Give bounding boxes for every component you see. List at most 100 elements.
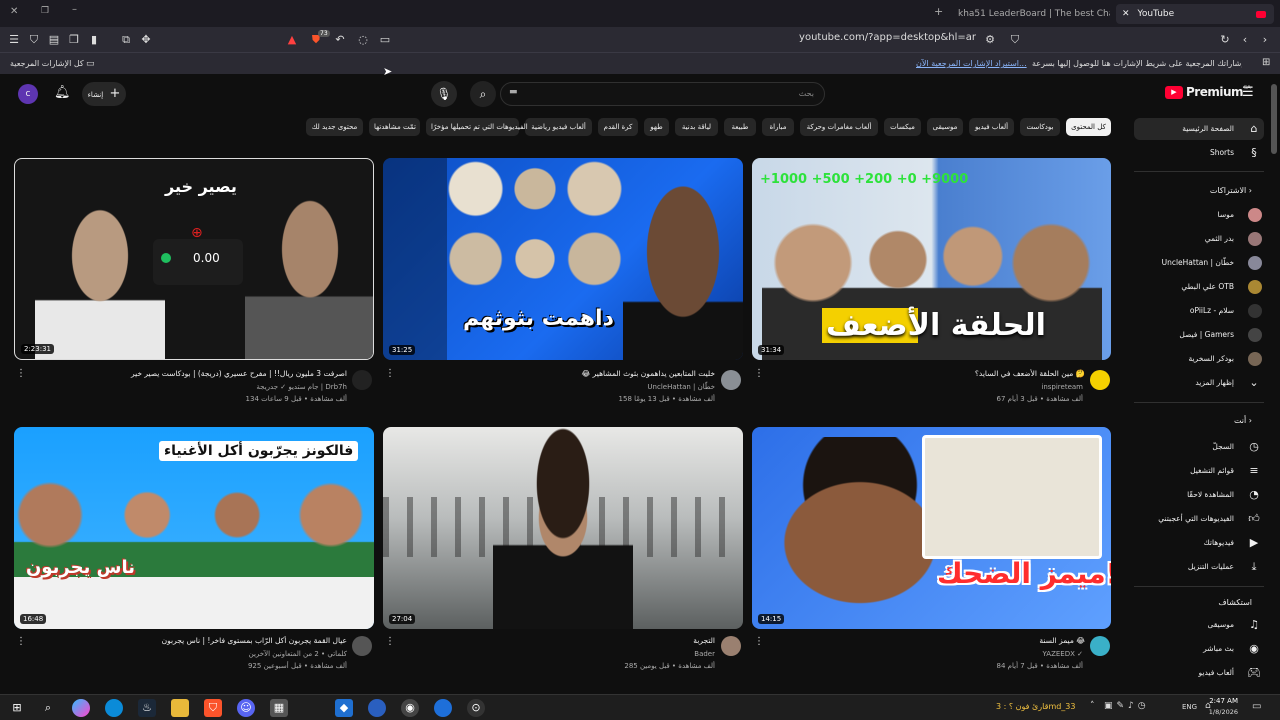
reload-icon[interactable]: ↻: [1217, 32, 1233, 48]
notification-center-icon[interactable]: ▭: [1252, 701, 1261, 712]
sidebar-subscription[interactable]: علي البطي OTB: [1134, 276, 1264, 298]
search-icon[interactable]: ⌕: [39, 699, 57, 717]
sidebar-item-liked[interactable]: الفيديوهات التي أعجبتني 👍︎: [1134, 508, 1264, 530]
more-options-icon[interactable]: ⋮: [754, 368, 764, 379]
create-button[interactable]: إنشاء +: [82, 82, 126, 106]
menu-icon[interactable]: ☰: [6, 32, 22, 48]
you-heading[interactable]: أنت ›: [1234, 416, 1252, 425]
sidebar-subscription[interactable]: oPiiLz - سلام: [1134, 300, 1264, 322]
chip[interactable]: محتوى جديد لك: [306, 118, 363, 136]
alert-extension-icon[interactable]: ▲: [284, 32, 300, 48]
sidebar-subscription[interactable]: فيصل | Gamers: [1134, 324, 1264, 346]
sidebar-item-home[interactable]: الصفحة الرئيسية ⌂: [1134, 118, 1264, 140]
channel-avatar[interactable]: [721, 370, 741, 390]
app-icon[interactable]: ⊙: [467, 699, 485, 717]
app-icon[interactable]: [368, 699, 386, 717]
chip[interactable]: كل المحتوى: [1066, 118, 1111, 136]
chip[interactable]: ألعاب مغامرات وحركة: [800, 118, 878, 136]
undo-icon[interactable]: ↶: [332, 32, 348, 48]
all-bookmarks-label[interactable]: كل الإشارات المرجعية: [10, 59, 84, 68]
more-options-icon[interactable]: ⋮: [385, 636, 395, 647]
video-thumbnail[interactable]: +1000 +500 +200 +0 +9000 الحلقة الأضعف 3…: [752, 158, 1111, 360]
chat-icon[interactable]: ◌: [355, 32, 371, 48]
video-title[interactable]: مين الحلقة الأضعف في السايد؟ 🤔: [780, 369, 1085, 378]
screenshot-icon[interactable]: ⧉: [118, 32, 134, 48]
search-button[interactable]: ⌕: [470, 81, 496, 107]
tabs-icon[interactable]: ❐: [66, 32, 82, 48]
chip[interactable]: كرة القدم: [598, 118, 638, 136]
sidebar-item-shorts[interactable]: Shorts §: [1134, 142, 1264, 164]
steam-icon[interactable]: ♨: [138, 699, 156, 717]
clock-time[interactable]: 2:47 AM: [1208, 697, 1238, 705]
chip[interactable]: بودكاست: [1020, 118, 1060, 136]
video-thumbnail[interactable]: 27:04: [383, 427, 743, 629]
youtube-logo[interactable]: ▶ Premium SA: [1165, 85, 1251, 99]
app-icon[interactable]: [434, 699, 452, 717]
video-title[interactable]: ميمز السنة 😂: [780, 636, 1085, 645]
more-options-icon[interactable]: ⋮: [16, 636, 26, 647]
search-input[interactable]: بحث: [500, 82, 825, 106]
discord-icon[interactable]: ☺: [237, 699, 255, 717]
windows-start-icon[interactable]: ⊞: [8, 699, 26, 717]
window-close-icon[interactable]: ✕: [10, 6, 18, 17]
channel-avatar[interactable]: [1090, 636, 1110, 656]
video-channel[interactable]: Bader: [410, 650, 715, 658]
sidebar-item-your-videos[interactable]: فيديوهاتك ▶: [1134, 532, 1264, 554]
sidebar-item-watch-later[interactable]: المشاهدة لاحقًا ◔: [1134, 484, 1264, 506]
chip[interactable]: طهو: [644, 118, 669, 136]
window-restore-icon[interactable]: ❐: [41, 6, 49, 16]
back-icon[interactable]: ‹: [1237, 32, 1253, 48]
guide-menu-icon[interactable]: ☰: [1242, 85, 1254, 100]
sidebar-item-history[interactable]: السجلّ ◷: [1134, 436, 1264, 458]
chip[interactable]: الفيديوهات التي تم تحميلها مؤخرًا: [426, 118, 528, 136]
video-title[interactable]: عيال القمة يجربون أكل الرّاب بمستوى فاخر…: [42, 636, 347, 645]
tab-leaderboard[interactable]: kha51 LeaderBoard | The best ChatGP ◆: [950, 4, 1110, 24]
more-options-icon[interactable]: ⋮: [16, 368, 26, 379]
scrollbar[interactable]: [1271, 84, 1277, 154]
edge-icon[interactable]: [105, 699, 123, 717]
channel-avatar[interactable]: [352, 636, 372, 656]
chip[interactable]: ألعاب فيديو رياضية: [525, 118, 592, 136]
chip[interactable]: طبيعة: [724, 118, 756, 136]
video-thumbnail[interactable]: يصير خير ⊕ 0.00 2:23:31: [14, 158, 374, 360]
notifications-bell-icon[interactable]: 🔔︎: [54, 85, 71, 100]
channel-avatar[interactable]: [352, 370, 372, 390]
video-title[interactable]: التجربة: [410, 636, 715, 645]
wallet-icon[interactable]: ▤: [46, 32, 62, 48]
sidebar-show-more[interactable]: إظهار المزيد ⌄: [1134, 372, 1264, 394]
sidebar-item-downloads[interactable]: عمليات التنزيل ⤓: [1134, 556, 1264, 578]
address-bar[interactable]: youtube.com/?app=desktop&hl=ar: [720, 32, 976, 48]
sidebar-subscription[interactable]: بودكر السخرية: [1134, 348, 1264, 370]
video-title[interactable]: اصرفت 3 مليون ريال!! | مفرح عسيري (دريجة…: [42, 369, 347, 378]
apps-grid-icon[interactable]: ⊞: [1262, 57, 1270, 68]
chip[interactable]: تمّت مشاهدتها: [369, 118, 420, 136]
sidebar-icon[interactable]: ▮: [86, 32, 102, 48]
keyboard-language[interactable]: ENG: [1182, 703, 1197, 711]
brave-icon[interactable]: ⛉: [204, 699, 222, 717]
copilot-icon[interactable]: [72, 699, 90, 717]
taskbar-notification[interactable]: قارئ فون ؟ : 3md_33: [996, 702, 1076, 711]
tray-icons[interactable]: ▣✎♪◷: [1104, 701, 1150, 711]
new-tab-icon[interactable]: +: [934, 5, 943, 18]
app-icon[interactable]: ◉: [401, 699, 419, 717]
cast-icon[interactable]: ▭: [377, 32, 393, 48]
voice-search-button[interactable]: 🎙︎: [431, 81, 457, 107]
sidebar-subscription[interactable]: UncleHattan | خطّان: [1134, 252, 1264, 274]
clock-date[interactable]: 1/8/2026: [1200, 708, 1238, 716]
video-thumbnail[interactable]: فالكونز يجرّبون أكل الأغنياء ناس يجربون …: [14, 427, 374, 629]
chip[interactable]: ألعاب فيديو: [969, 118, 1014, 136]
sidebar-item-live[interactable]: بث مباشر ◉: [1134, 638, 1264, 660]
channel-avatar[interactable]: [1090, 370, 1110, 390]
video-channel[interactable]: كلماتي • 2 من المتعاونين الآخرين: [42, 650, 347, 658]
sidebar-item-gaming[interactable]: ألعاب فيديو 🎮︎: [1134, 662, 1264, 684]
chip[interactable]: ميكسات: [884, 118, 921, 136]
sidebar-subscription[interactable]: بدر الثمي: [1134, 228, 1264, 250]
shield-icon[interactable]: ⛉: [26, 32, 42, 48]
site-settings-icon[interactable]: ⚙: [982, 32, 998, 48]
more-options-icon[interactable]: ⋮: [385, 368, 395, 379]
chip[interactable]: مباراة: [762, 118, 794, 136]
account-avatar[interactable]: c: [18, 84, 38, 104]
channel-avatar[interactable]: [721, 636, 741, 656]
sidebar-item-playlists[interactable]: قوائم التشغيل ≡: [1134, 460, 1264, 482]
file-explorer-icon[interactable]: [171, 699, 189, 717]
